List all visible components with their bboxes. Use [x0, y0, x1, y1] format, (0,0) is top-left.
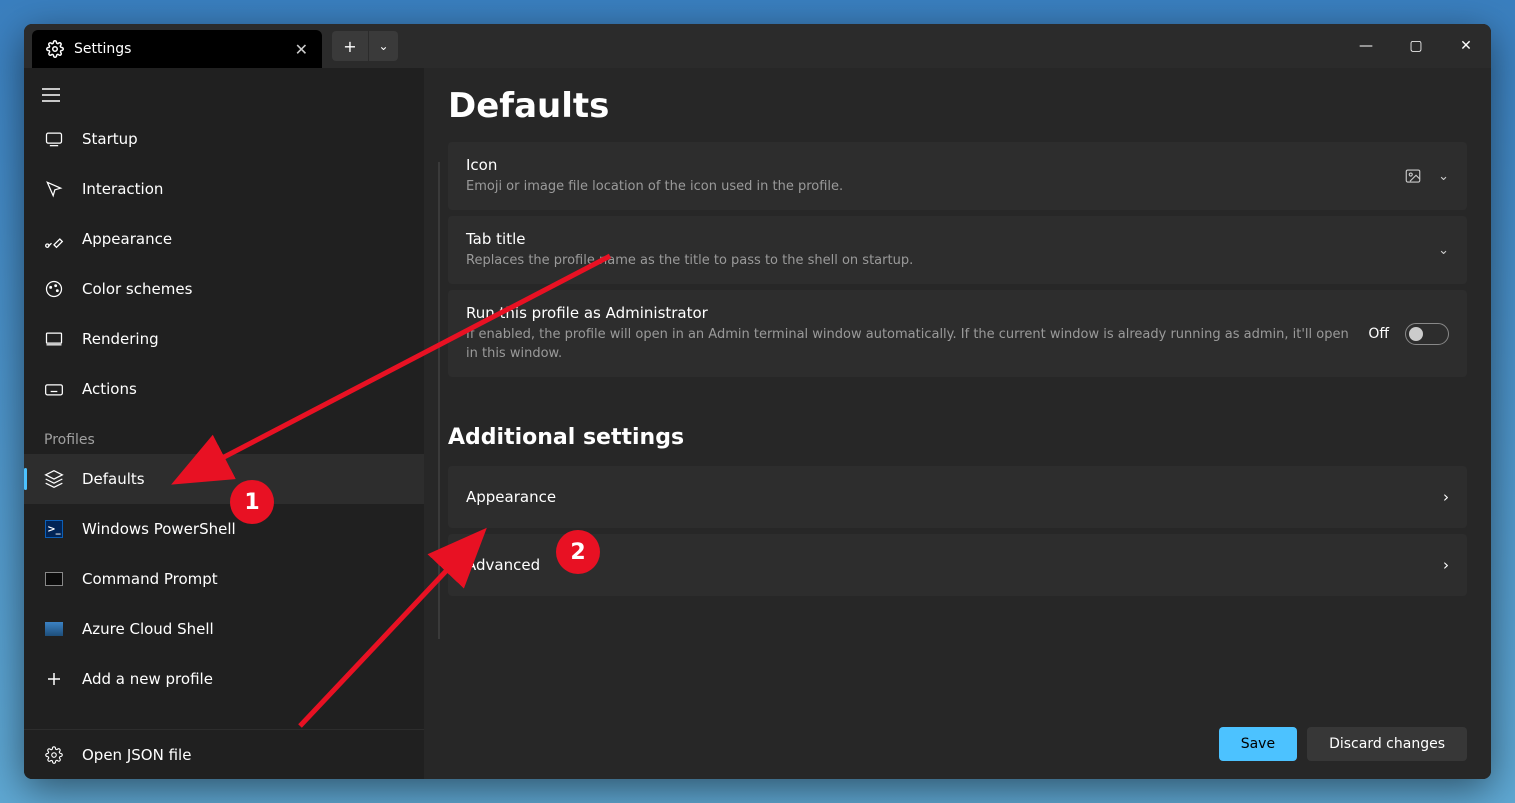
chevron-down-icon: ⌄: [1438, 243, 1449, 258]
sidebar-item-interaction[interactable]: Interaction: [24, 164, 424, 214]
powershell-icon: >_: [44, 519, 64, 539]
monitor-icon: [44, 329, 64, 349]
layers-icon: [44, 469, 64, 489]
close-window-button[interactable]: ✕: [1441, 24, 1491, 68]
window-controls: — ▢ ✕: [1341, 24, 1491, 68]
tab-close-icon[interactable]: ✕: [295, 40, 308, 59]
setting-title: Tab title: [466, 230, 1422, 248]
sidebar-item-label: Color schemes: [82, 280, 192, 298]
additional-settings-heading: Additional settings: [448, 425, 1467, 450]
page-title: Defaults: [448, 86, 1467, 126]
new-tab-group: + ⌄: [332, 31, 398, 61]
profiles-section-label: Profiles: [24, 414, 424, 454]
additional-appearance[interactable]: Appearance ›: [448, 466, 1467, 528]
setting-card-tab-title[interactable]: Tab title Replaces the profile name as t…: [448, 216, 1467, 284]
sidebar-item-rendering[interactable]: Rendering: [24, 314, 424, 364]
toggle-label: Off: [1368, 326, 1389, 342]
main-content: Defaults Icon Emoji or image file locati…: [424, 68, 1491, 779]
sidebar-item-label: Open JSON file: [82, 746, 191, 764]
window-body: Startup Interaction Appearance Color sch…: [24, 68, 1491, 779]
setting-desc: Replaces the profile name as the title t…: [466, 252, 1422, 270]
azure-icon: [44, 619, 64, 639]
sidebar-item-label: Command Prompt: [82, 570, 218, 588]
additional-label: Advanced: [466, 556, 540, 574]
sidebar-item-powershell[interactable]: >_ Windows PowerShell: [24, 504, 424, 554]
image-icon: [1404, 167, 1422, 185]
sidebar: Startup Interaction Appearance Color sch…: [24, 68, 424, 779]
new-tab-button[interactable]: +: [332, 31, 368, 61]
sidebar-item-defaults[interactable]: Defaults: [24, 454, 424, 504]
chevron-right-icon: ›: [1443, 488, 1449, 506]
sidebar-item-label: Add a new profile: [82, 670, 213, 688]
hamburger-button[interactable]: [24, 76, 424, 114]
sidebar-item-appearance[interactable]: Appearance: [24, 214, 424, 264]
chevron-down-icon: ⌄: [1438, 169, 1449, 184]
cursor-icon: [44, 179, 64, 199]
admin-toggle[interactable]: [1405, 323, 1449, 345]
tab-label: Settings: [74, 41, 131, 57]
sidebar-item-label: Windows PowerShell: [82, 520, 236, 538]
vertical-divider: [438, 162, 440, 639]
brush-icon: [44, 229, 64, 249]
app-window: Settings ✕ + ⌄ — ▢ ✕ Startup Interaction: [24, 24, 1491, 779]
minimize-button[interactable]: —: [1341, 24, 1391, 68]
gear-icon: [46, 40, 64, 58]
sidebar-item-cmd[interactable]: Command Prompt: [24, 554, 424, 604]
setting-desc: If enabled, the profile will open in an …: [466, 326, 1352, 362]
setting-desc: Emoji or image file location of the icon…: [466, 178, 1388, 196]
sidebar-item-label: Appearance: [82, 230, 172, 248]
maximize-button[interactable]: ▢: [1391, 24, 1441, 68]
setting-title: Icon: [466, 156, 1388, 174]
sidebar-item-startup[interactable]: Startup: [24, 114, 424, 164]
gear-icon: [44, 745, 64, 765]
cmd-icon: [44, 569, 64, 589]
additional-advanced[interactable]: Advanced ›: [448, 534, 1467, 596]
additional-label: Appearance: [466, 488, 556, 506]
sidebar-item-azure[interactable]: Azure Cloud Shell: [24, 604, 424, 654]
sidebar-item-open-json[interactable]: Open JSON file: [24, 729, 424, 779]
sidebar-item-add-profile[interactable]: Add a new profile: [24, 654, 424, 704]
sidebar-item-label: Interaction: [82, 180, 163, 198]
new-tab-dropdown[interactable]: ⌄: [368, 31, 398, 61]
sidebar-item-label: Azure Cloud Shell: [82, 620, 214, 638]
keyboard-icon: [44, 379, 64, 399]
startup-icon: [44, 129, 64, 149]
sidebar-item-label: Rendering: [82, 330, 159, 348]
sidebar-item-label: Startup: [82, 130, 138, 148]
setting-card-admin[interactable]: Run this profile as Administrator If ena…: [448, 290, 1467, 376]
sidebar-item-label: Actions: [82, 380, 137, 398]
footer-buttons: Save Discard changes: [1219, 727, 1467, 761]
titlebar: Settings ✕ + ⌄ — ▢ ✕: [24, 24, 1491, 68]
sidebar-item-color-schemes[interactable]: Color schemes: [24, 264, 424, 314]
palette-icon: [44, 279, 64, 299]
save-button[interactable]: Save: [1219, 727, 1297, 761]
plus-icon: [44, 669, 64, 689]
tab-settings[interactable]: Settings ✕: [32, 30, 322, 68]
sidebar-item-label: Defaults: [82, 470, 145, 488]
discard-button[interactable]: Discard changes: [1307, 727, 1467, 761]
setting-title: Run this profile as Administrator: [466, 304, 1352, 322]
setting-card-icon[interactable]: Icon Emoji or image file location of the…: [448, 142, 1467, 210]
sidebar-item-actions[interactable]: Actions: [24, 364, 424, 414]
chevron-right-icon: ›: [1443, 556, 1449, 574]
